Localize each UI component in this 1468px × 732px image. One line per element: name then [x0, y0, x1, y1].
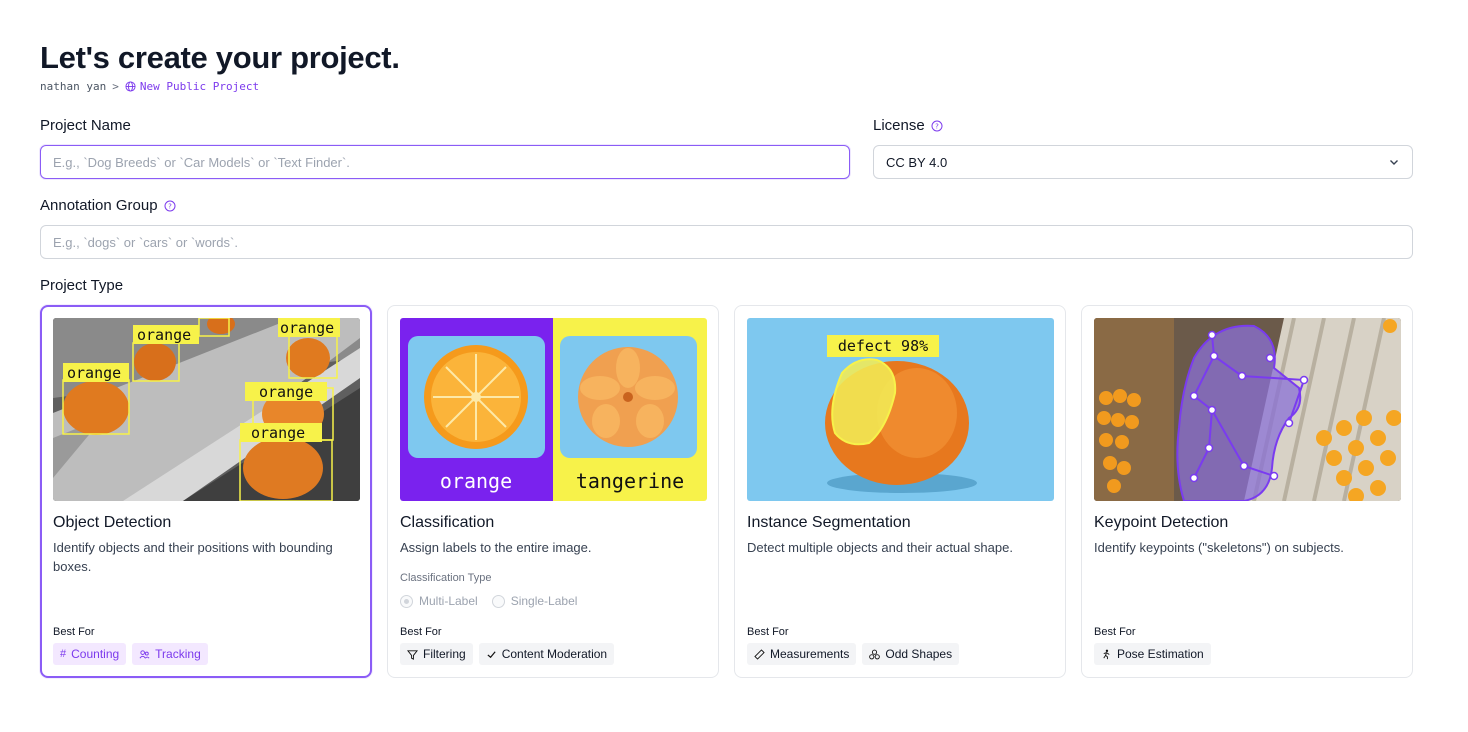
project-type-label: Project Type [40, 277, 123, 294]
card-description: Assign labels to the entire image. [400, 540, 592, 555]
tag-label: Filtering [423, 647, 466, 661]
breadcrumb-project-label: New Public Project [139, 80, 260, 93]
best-for-label: Best For [53, 626, 95, 638]
tag-filtering: Filtering [400, 643, 473, 665]
tag-measurements: Measurements [747, 643, 857, 665]
best-for-label: Best For [400, 626, 442, 638]
radio-multi-label[interactable]: Multi-Label [400, 594, 478, 608]
tag-label: Odd Shapes [885, 647, 953, 661]
tag-content-moderation: Content Moderation [478, 643, 615, 665]
card-title: Keypoint Detection [1094, 514, 1229, 531]
tag-label: Content Moderation [501, 647, 608, 661]
radio-single-label[interactable]: Single-Label [491, 594, 578, 608]
best-for-tags: Pose Estimation [1094, 643, 1211, 665]
tag-pose-estimation: Pose Estimation [1094, 643, 1211, 665]
license-label-text: License [873, 117, 925, 134]
best-for-tags: Filtering Content Moderation [400, 643, 615, 665]
card-description: Identify objects and their positions wit… [53, 540, 333, 574]
annotation-group-input[interactable] [40, 225, 1413, 259]
svg-text:?: ? [935, 122, 939, 130]
classification-type-label: Classification Type [400, 572, 492, 584]
classification-image: orange tangerine [400, 318, 707, 501]
license-value: CC BY 4.0 [886, 154, 948, 170]
detection-label: orange [67, 364, 121, 382]
breadcrumb-project: New Public Project [125, 80, 259, 93]
card-object-detection[interactable]: orange orange orange orange orange Objec… [40, 305, 372, 678]
class-label-orange: orange [440, 469, 512, 493]
project-type-label-text: Project Type [40, 277, 124, 294]
card-title: Object Detection [53, 514, 172, 531]
radio-dot [400, 594, 413, 608]
class-label-tangerine: tangerine [576, 469, 684, 493]
card-keypoint-detection[interactable]: Keypoint Detection Identify keypoints ("… [1081, 305, 1413, 678]
keypoint-detection-image [1094, 318, 1401, 501]
radio-dot [491, 594, 505, 608]
check-icon [487, 650, 496, 658]
detection-label: orange [259, 383, 313, 401]
radio-label: Single-Label [510, 594, 578, 608]
card-description: Identify keypoints ("skeletons") on subj… [1094, 540, 1344, 555]
card-classification[interactable]: orange tangerine Classification Assign l… [387, 305, 719, 678]
radio-label: Multi-Label [419, 594, 478, 608]
filter-icon [407, 649, 418, 660]
tag-odd-shapes: Odd Shapes [862, 643, 960, 665]
tag-tracking: Tracking [132, 643, 208, 665]
best-for-tags: # Counting Tracking [53, 643, 208, 665]
license-select[interactable]: CC BY 4.0 [873, 145, 1413, 179]
breadcrumb-user[interactable]: nathan yan [40, 80, 106, 93]
object-detection-image: orange orange orange orange orange [53, 318, 360, 501]
shapes-icon [869, 649, 881, 659]
best-for-label: Best For [747, 626, 789, 638]
best-for-label: Best For [1094, 626, 1136, 638]
svg-text:?: ? [168, 202, 172, 210]
chevron-down-icon [1390, 160, 1398, 165]
ruler-icon [754, 648, 765, 660]
detection-label: orange [251, 424, 305, 442]
annotation-group-label-text: Annotation Group [40, 197, 158, 214]
tag-label: Tracking [155, 647, 201, 661]
help-circle-icon[interactable]: ? [931, 120, 943, 132]
breadcrumb-separator: > [112, 80, 119, 93]
card-instance-segmentation[interactable]: defect 98% Instance Segmentation Detect … [734, 305, 1066, 678]
best-for-tags: Measurements Odd Shapes [747, 643, 960, 665]
segmentation-label: defect 98% [838, 337, 928, 355]
annotation-group-label: Annotation Group ? [40, 197, 176, 214]
project-name-input[interactable] [40, 145, 850, 179]
breadcrumb: nathan yan > New Public Project [40, 80, 259, 93]
tag-label: Counting [71, 647, 120, 661]
help-circle-icon[interactable]: ? [164, 200, 176, 212]
instance-segmentation-image: defect 98% [747, 318, 1054, 501]
globe-icon [125, 81, 136, 92]
card-title: Classification [400, 514, 495, 531]
users-icon [139, 649, 150, 658]
tag-label: Measurements [770, 647, 850, 661]
card-description: Detect multiple objects and their actual… [747, 540, 1013, 555]
hash-icon: # [60, 648, 67, 660]
classification-type-radios: Multi-Label Single-Label [400, 594, 577, 608]
page-title: Let's create your project. [40, 40, 400, 75]
license-label: License ? [873, 117, 943, 134]
person-icon [1103, 649, 1110, 659]
tag-counting: # Counting [53, 643, 127, 665]
detection-label: orange [137, 326, 191, 344]
tag-label: Pose Estimation [1117, 647, 1204, 661]
project-name-label: Project Name [40, 117, 131, 134]
detection-label: orange [280, 319, 334, 337]
project-name-label-text: Project Name [40, 117, 131, 134]
card-title: Instance Segmentation [747, 514, 911, 531]
